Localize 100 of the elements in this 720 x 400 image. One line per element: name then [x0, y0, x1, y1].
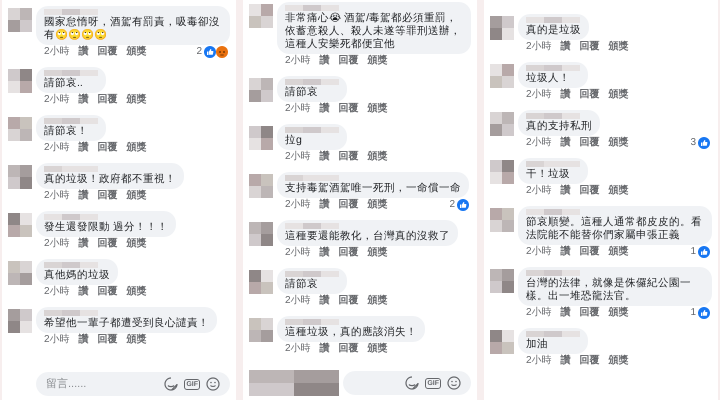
timestamp: 2小時 [285, 343, 311, 355]
like-link[interactable]: 讚 [78, 238, 89, 250]
award-link[interactable]: 頒獎 [608, 185, 629, 197]
timestamp: 2小時 [44, 238, 70, 250]
like-link[interactable]: 讚 [78, 286, 89, 298]
reply-link[interactable]: 回覆 [338, 55, 359, 67]
timestamp: 2小時 [526, 89, 552, 101]
timestamp: 2小時 [526, 185, 552, 197]
reply-link[interactable]: 回覆 [338, 295, 359, 307]
comment-text: 發生還發限動 過分！！！ [44, 221, 168, 234]
reply-link[interactable]: 回覆 [580, 185, 600, 197]
award-link[interactable]: 頒獎 [608, 137, 629, 149]
timestamp: 2小時 [526, 355, 552, 367]
like-link[interactable]: 讚 [78, 190, 89, 202]
comment-text: 請節哀 [285, 278, 319, 291]
award-link[interactable]: 頒獎 [126, 46, 147, 58]
reply-link[interactable]: 回覆 [580, 307, 600, 319]
comment-text: 國家怠惰呀，酒駕有罰責，吸毒卻沒有🙄🙄🙄🙄 [44, 16, 221, 42]
award-link[interactable]: 頒獎 [368, 295, 388, 307]
reaction-count: 3 [690, 137, 696, 149]
comment-text: 真的支持私刑 [526, 120, 592, 133]
emoji-icon[interactable] [447, 376, 461, 390]
award-link[interactable]: 頒獎 [608, 246, 629, 258]
comment-text: 這種要還能教化，台灣真的沒救了 [285, 230, 450, 243]
reply-link[interactable]: 回覆 [338, 151, 359, 163]
reply-link[interactable]: 回覆 [338, 199, 359, 211]
reply-link[interactable]: 回覆 [98, 46, 118, 58]
timestamp: 2小時 [285, 247, 311, 259]
comment-text: 加油 [526, 338, 549, 351]
timestamp: 2小時 [285, 55, 311, 67]
comment-text: 非常痛心😭 酒駕/毒駕都必須重罰，依蓄意殺人、殺人未遂等罪刑送辦，這種人安樂死都便宜他 [285, 12, 462, 51]
award-link[interactable]: 頒獎 [608, 355, 629, 367]
like-link[interactable]: 讚 [78, 94, 89, 106]
reply-link[interactable]: 回覆 [98, 334, 118, 346]
timestamp: 2小時 [44, 286, 70, 298]
award-link[interactable]: 頒獎 [368, 55, 388, 67]
timestamp: 2小時 [285, 199, 311, 211]
like-link[interactable]: 讚 [78, 142, 89, 154]
sticker-icon[interactable] [405, 376, 420, 390]
like-link[interactable]: 讚 [78, 334, 89, 346]
timestamp: 2小時 [526, 246, 552, 258]
comment-text: 節哀順變。這種人通常都皮皮的。看法院能不能替你們家屬申張正義 [526, 216, 703, 242]
reply-link[interactable]: 回覆 [580, 137, 600, 149]
award-link[interactable]: 頒獎 [608, 41, 629, 53]
reply-link[interactable]: 回覆 [338, 343, 359, 355]
like-link[interactable]: 讚 [320, 199, 330, 211]
reaction-count: 2 [449, 199, 455, 211]
award-link[interactable]: 頒獎 [368, 343, 388, 355]
like-link[interactable]: 讚 [560, 355, 571, 367]
reply-link[interactable]: 回覆 [98, 190, 118, 202]
like-link[interactable]: 讚 [560, 89, 571, 101]
like-link[interactable]: 讚 [78, 46, 89, 58]
timestamp: 2小時 [44, 46, 70, 58]
reply-link[interactable]: 回覆 [98, 286, 118, 298]
reply-link[interactable]: 回覆 [98, 238, 118, 250]
sticker-icon[interactable] [164, 377, 178, 391]
award-link[interactable]: 頒獎 [368, 151, 388, 163]
like-link[interactable]: 讚 [560, 137, 571, 149]
reply-link[interactable]: 回覆 [580, 355, 600, 367]
like-link[interactable]: 讚 [320, 55, 330, 67]
award-link[interactable]: 頒獎 [368, 199, 388, 211]
like-link[interactable]: 讚 [560, 185, 571, 197]
like-link[interactable]: 讚 [320, 103, 330, 115]
timestamp: 2小時 [44, 142, 70, 154]
award-link[interactable]: 頒獎 [368, 247, 388, 259]
comment-text: 希望他一輩子都遭受到良心譴責！ [44, 317, 209, 330]
reply-link[interactable]: 回覆 [98, 142, 118, 154]
comment-text: 真他媽的垃圾 [44, 269, 110, 282]
award-link[interactable]: 頒獎 [126, 94, 147, 106]
award-link[interactable]: 頒獎 [126, 142, 147, 154]
award-link[interactable]: 頒獎 [126, 334, 147, 346]
comment-text: 請節哀.. [44, 77, 84, 90]
comment-text: 干！垃圾 [526, 168, 571, 181]
award-link[interactable]: 頒獎 [608, 89, 629, 101]
timestamp: 2小時 [44, 190, 70, 202]
reply-link[interactable]: 回覆 [338, 247, 359, 259]
award-link[interactable]: 頒獎 [126, 190, 147, 202]
comment-text: 拉g [285, 134, 303, 147]
reply-link[interactable]: 回覆 [580, 246, 600, 258]
award-link[interactable]: 頒獎 [608, 307, 629, 319]
reply-link[interactable]: 回覆 [338, 103, 359, 115]
like-link[interactable]: 讚 [320, 295, 330, 307]
comment-text: 垃圾人！ [526, 72, 571, 85]
comment-text: 請節哀！ [44, 125, 89, 138]
like-link[interactable]: 讚 [320, 151, 330, 163]
like-link[interactable]: 讚 [560, 41, 571, 53]
reply-link[interactable]: 回覆 [580, 89, 600, 101]
reply-link[interactable]: 回覆 [580, 41, 600, 53]
reply-link[interactable]: 回覆 [98, 94, 118, 106]
emoji-icon[interactable] [206, 377, 220, 391]
award-link[interactable]: 頒獎 [126, 238, 147, 250]
like-link[interactable]: 讚 [320, 247, 330, 259]
timestamp: 2小時 [285, 103, 311, 115]
like-link[interactable]: 讚 [320, 343, 330, 355]
like-link[interactable]: 讚 [560, 246, 571, 258]
comment-text: 支持毒駕酒駕唯一死刑，一命償一命 [285, 182, 461, 195]
timestamp: 2小時 [44, 334, 70, 346]
award-link[interactable]: 頒獎 [368, 103, 388, 115]
like-link[interactable]: 讚 [560, 307, 571, 319]
award-link[interactable]: 頒獎 [126, 286, 147, 298]
